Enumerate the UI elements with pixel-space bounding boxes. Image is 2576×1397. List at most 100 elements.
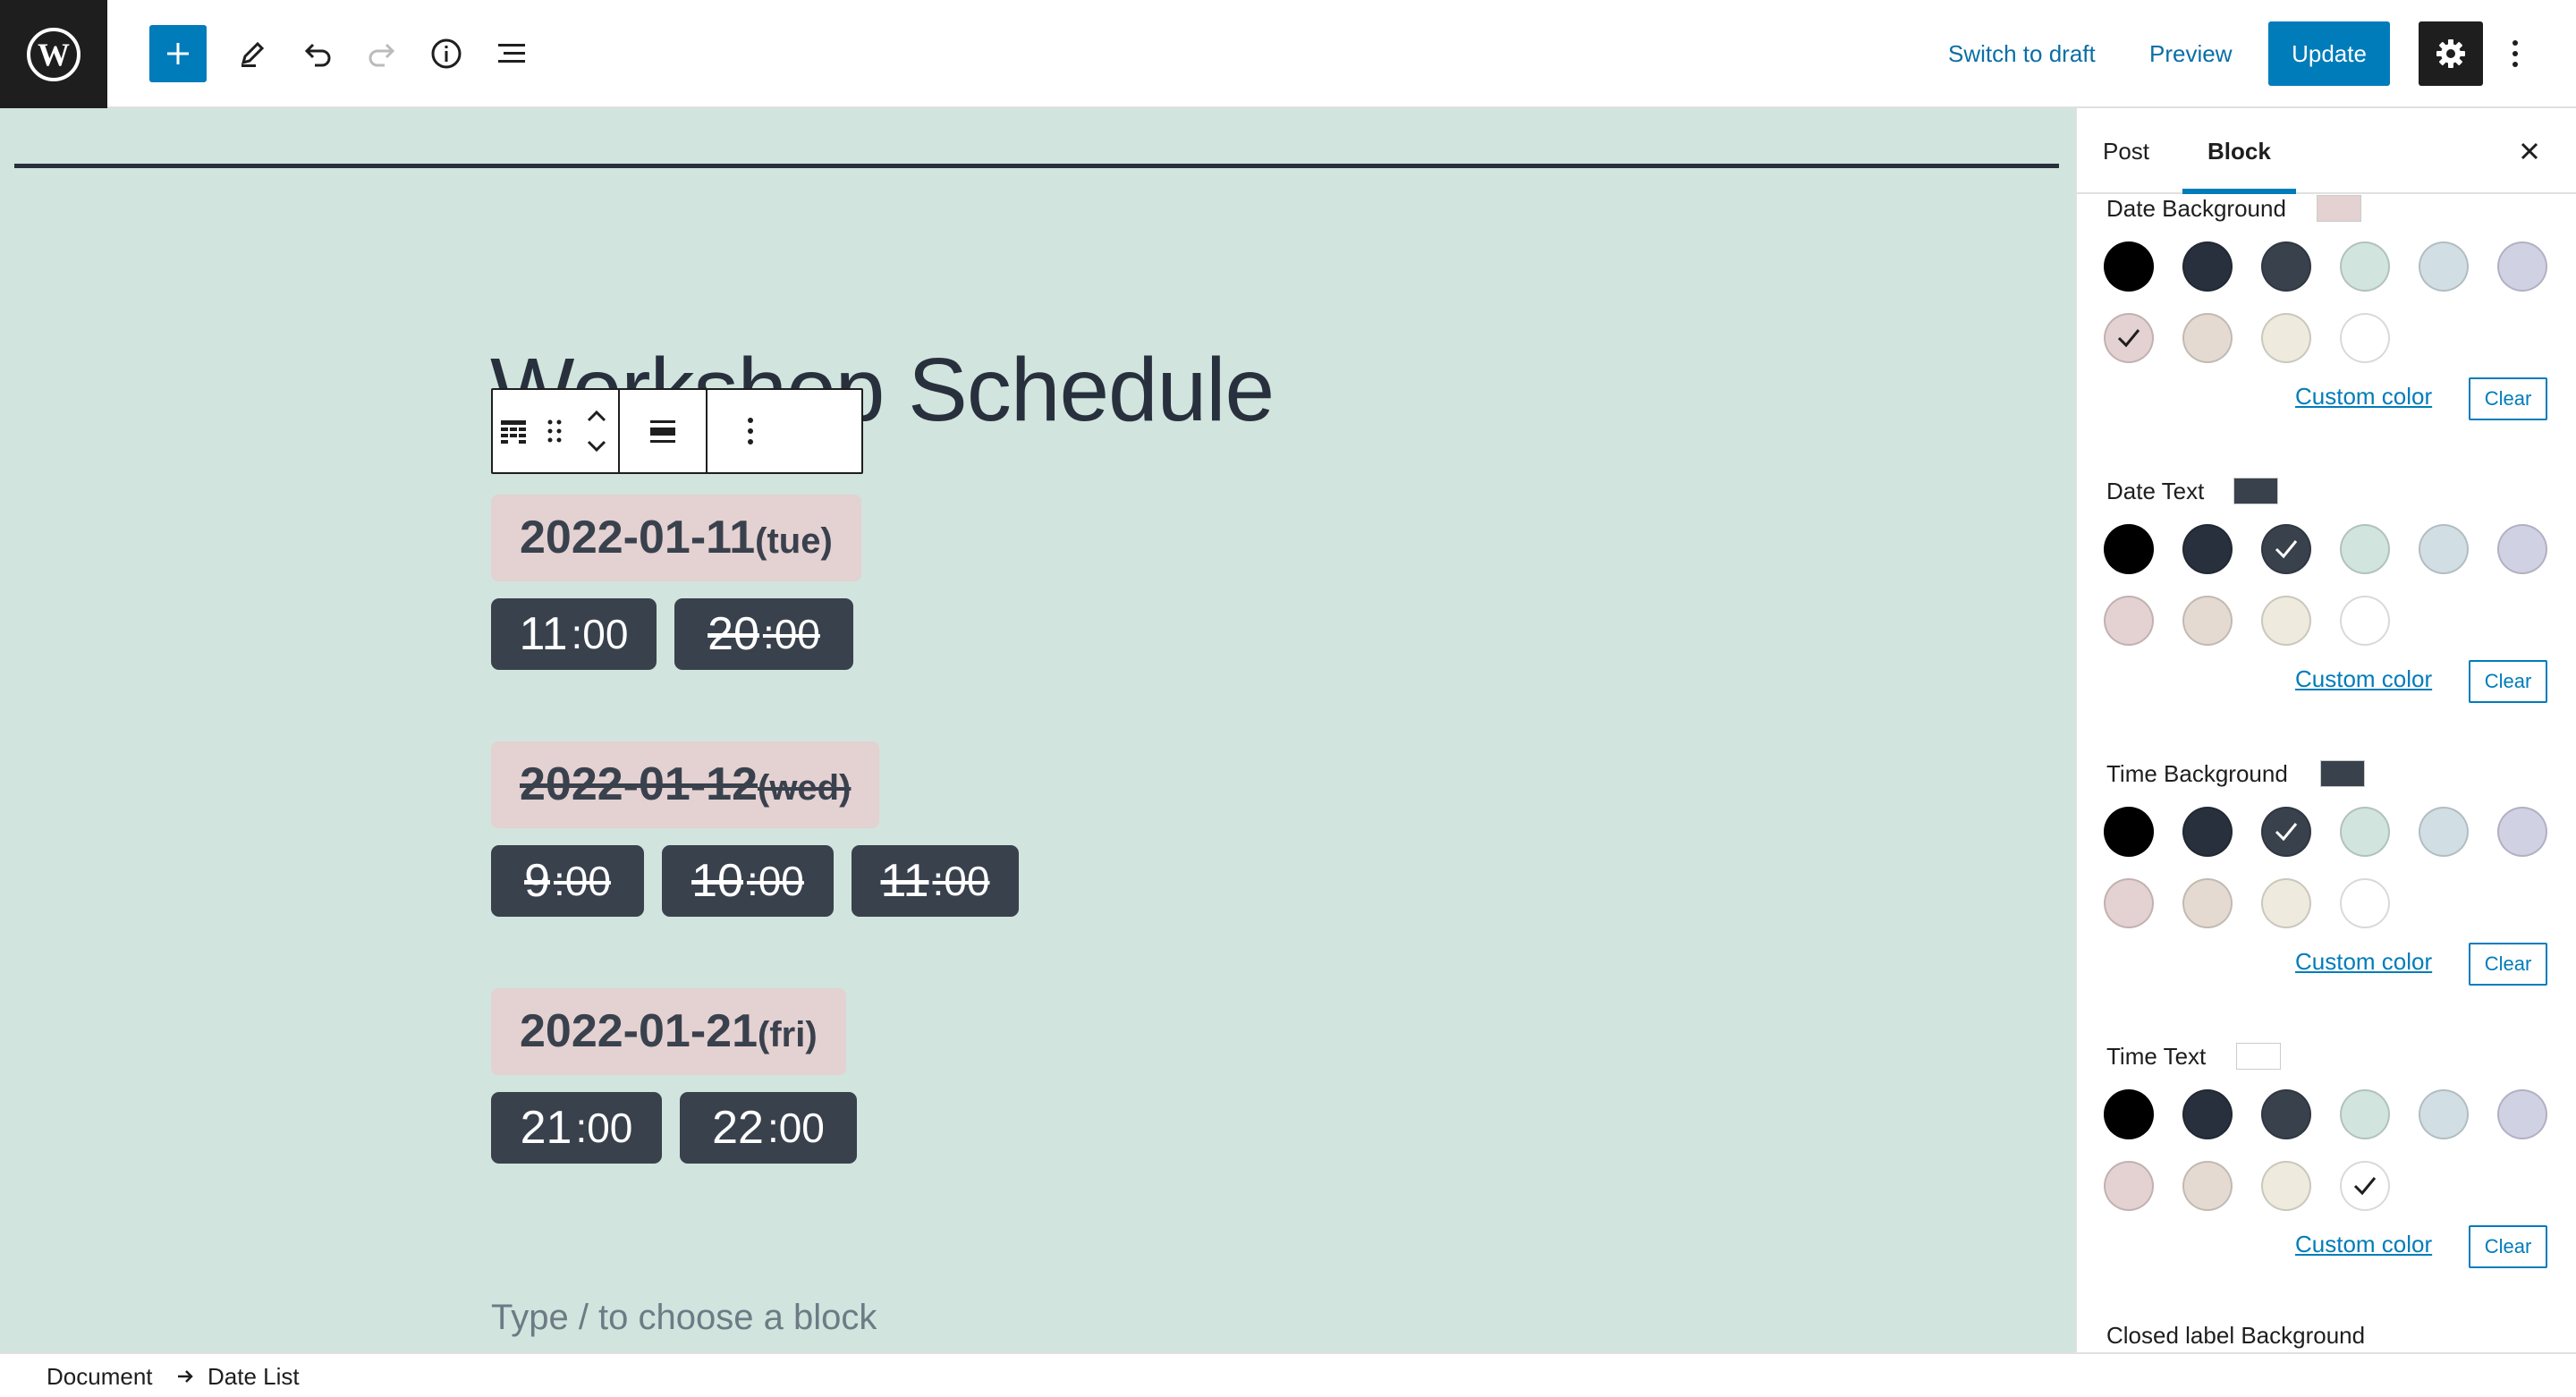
custom-color-link[interactable]: Custom color xyxy=(2295,383,2432,411)
close-icon[interactable] xyxy=(2512,133,2547,169)
add-block-button[interactable] xyxy=(149,25,207,82)
date-value: 2022-01-11 xyxy=(520,512,756,563)
color-swatch[interactable] xyxy=(2261,241,2311,292)
color-swatch[interactable] xyxy=(2497,241,2547,292)
color-swatch[interactable] xyxy=(2261,807,2311,857)
time-slot[interactable]: 11:00 xyxy=(491,598,657,670)
color-swatch[interactable] xyxy=(2261,1089,2311,1139)
check-icon xyxy=(2117,329,2140,348)
color-swatch[interactable] xyxy=(2497,1089,2547,1139)
settings-gear-icon[interactable] xyxy=(2419,21,2483,86)
color-swatch[interactable] xyxy=(2340,241,2390,292)
custom-color-link[interactable]: Custom color xyxy=(2295,665,2432,693)
update-button[interactable]: Update xyxy=(2268,21,2390,86)
preview-button[interactable]: Preview xyxy=(2149,27,2232,80)
date-label-closed[interactable]: 2022-01-12 (wed) xyxy=(491,741,880,828)
svg-text:W: W xyxy=(38,37,70,72)
time-slot[interactable]: 21:00 xyxy=(491,1092,662,1164)
options-menu-icon[interactable] xyxy=(2497,21,2533,86)
color-swatch[interactable] xyxy=(2182,1089,2233,1139)
tools-pencil-icon[interactable] xyxy=(224,25,281,82)
custom-color-link[interactable]: Custom color xyxy=(2295,1231,2432,1258)
color-swatch[interactable] xyxy=(2104,313,2154,363)
move-up-down-icon[interactable] xyxy=(575,390,618,472)
color-swatch[interactable] xyxy=(2261,1161,2311,1211)
color-swatch[interactable] xyxy=(2419,524,2469,574)
color-swatch[interactable] xyxy=(2104,596,2154,646)
color-swatch[interactable] xyxy=(2182,241,2233,292)
color-swatch[interactable] xyxy=(2261,596,2311,646)
color-swatch[interactable] xyxy=(2182,878,2233,928)
time-slot-closed[interactable]: 9:00 xyxy=(491,845,644,917)
color-swatch[interactable] xyxy=(2182,807,2233,857)
editor-header: W Switch to draft Preview Update xyxy=(0,0,2576,108)
drag-handle-icon[interactable] xyxy=(534,390,575,472)
color-swatch[interactable] xyxy=(2104,241,2154,292)
time-hour: 21 xyxy=(520,1102,572,1154)
color-swatch[interactable] xyxy=(2419,241,2469,292)
color-swatch[interactable] xyxy=(2340,807,2390,857)
date-weekday: (fri) xyxy=(758,1015,818,1054)
time-slot-closed[interactable]: 20:00 xyxy=(674,598,853,670)
date-label[interactable]: 2022-01-21 (fri) xyxy=(491,988,846,1075)
details-info-icon[interactable] xyxy=(418,25,475,82)
color-swatch[interactable] xyxy=(2340,313,2390,363)
color-swatch[interactable] xyxy=(2261,878,2311,928)
color-swatch[interactable] xyxy=(2182,596,2233,646)
date-weekday: (wed) xyxy=(758,768,852,808)
redo-icon[interactable] xyxy=(353,25,411,82)
time-slot-closed[interactable]: 10:00 xyxy=(662,845,834,917)
date-value: 2022-01-12 xyxy=(520,758,758,810)
color-swatch[interactable] xyxy=(2182,524,2233,574)
color-swatch[interactable] xyxy=(2104,878,2154,928)
color-swatch[interactable] xyxy=(2340,1089,2390,1139)
color-swatch[interactable] xyxy=(2419,1089,2469,1139)
custom-color-link[interactable]: Custom color xyxy=(2295,948,2432,976)
separator-block[interactable] xyxy=(14,164,2059,168)
color-swatch[interactable] xyxy=(2104,807,2154,857)
tab-post[interactable]: Post xyxy=(2103,108,2149,194)
clear-color-button[interactable]: Clear xyxy=(2469,377,2547,420)
time-minute: :00 xyxy=(767,1105,825,1151)
undo-icon[interactable] xyxy=(289,25,346,82)
sidebar-tabs: Post Block xyxy=(2077,108,2576,194)
tab-block[interactable]: Block xyxy=(2182,108,2296,194)
time-hour: 20 xyxy=(708,608,759,660)
color-indicator xyxy=(2233,478,2278,504)
block-appender-placeholder[interactable]: Type / to choose a block xyxy=(491,1298,877,1338)
align-wide-icon[interactable] xyxy=(620,390,706,472)
clear-color-button[interactable]: Clear xyxy=(2469,660,2547,703)
color-swatch[interactable] xyxy=(2340,878,2390,928)
time-slot-closed[interactable]: 11:00 xyxy=(852,845,1019,917)
color-swatch[interactable] xyxy=(2261,524,2311,574)
color-swatch[interactable] xyxy=(2261,313,2311,363)
color-swatch[interactable] xyxy=(2340,524,2390,574)
color-swatch[interactable] xyxy=(2182,1161,2233,1211)
breadcrumb-document[interactable]: Document xyxy=(47,1363,153,1391)
wordpress-logo-icon[interactable]: W xyxy=(0,0,107,108)
time-hour: 11 xyxy=(519,608,568,660)
color-group-label: Date Background xyxy=(2106,195,2286,222)
block-type-table-icon[interactable] xyxy=(493,390,534,472)
breadcrumb-date-list[interactable]: Date List xyxy=(208,1363,300,1391)
color-swatch[interactable] xyxy=(2497,807,2547,857)
color-swatch[interactable] xyxy=(2497,524,2547,574)
color-swatch[interactable] xyxy=(2104,524,2154,574)
switch-to-draft-button[interactable]: Switch to draft xyxy=(1948,27,2096,80)
block-options-icon[interactable] xyxy=(708,390,793,472)
color-swatch[interactable] xyxy=(2104,1089,2154,1139)
date-weekday: (tue) xyxy=(755,521,833,561)
time-slot[interactable]: 22:00 xyxy=(680,1092,857,1164)
color-swatch[interactable] xyxy=(2419,807,2469,857)
color-swatch[interactable] xyxy=(2104,1161,2154,1211)
arrow-right-icon xyxy=(175,1365,195,1393)
list-view-icon[interactable] xyxy=(483,25,540,82)
date-label[interactable]: 2022-01-11 (tue) xyxy=(491,495,861,581)
color-swatch[interactable] xyxy=(2340,1161,2390,1211)
time-hour: 11 xyxy=(880,855,929,907)
clear-color-button[interactable]: Clear xyxy=(2469,1225,2547,1268)
editor-canvas[interactable]: Workshop Schedule xyxy=(0,108,2075,1354)
color-swatch[interactable] xyxy=(2182,313,2233,363)
color-swatch[interactable] xyxy=(2340,596,2390,646)
clear-color-button[interactable]: Clear xyxy=(2469,943,2547,986)
